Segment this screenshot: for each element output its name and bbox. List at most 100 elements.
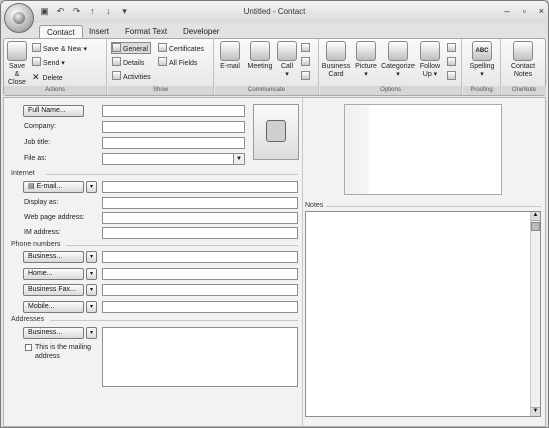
business-card-button[interactable]: Business Card	[320, 41, 352, 79]
spelling-button[interactable]: ABC Spelling ▾	[465, 41, 499, 79]
close-button[interactable]: ×	[539, 6, 544, 16]
save-new-button[interactable]: Save & New ▾	[32, 43, 87, 55]
office-button[interactable]	[4, 3, 34, 33]
mailing-address-checkbox[interactable]	[25, 344, 32, 351]
communicate-more-button-1[interactable]	[301, 43, 312, 55]
notes-scrollbar[interactable]: ▲ ▼	[530, 212, 540, 416]
onenote-icon	[513, 41, 533, 61]
tab-format-text[interactable]: Format Text	[125, 25, 167, 38]
full-name-input[interactable]	[102, 105, 245, 117]
file-as-select[interactable]: ▼	[102, 153, 245, 165]
group-label-proofing: Proofing	[463, 86, 500, 95]
im-address-label: IM address:	[24, 229, 61, 236]
map-icon	[301, 71, 310, 80]
home-phone-dropdown[interactable]: ▾	[86, 268, 97, 280]
file-as-dropdown-icon[interactable]: ▼	[233, 154, 244, 164]
address-business-button[interactable]: Business...	[23, 327, 84, 339]
group-label-communicate: Communicate	[215, 86, 318, 95]
minimize-button[interactable]: –	[505, 6, 510, 16]
group-label-onenote: OneNote	[502, 86, 546, 95]
full-name-button[interactable]: Full Name...	[23, 105, 84, 117]
group-communicate: E-mail Meeting Call ▾ Communicate	[215, 39, 319, 95]
details-icon	[112, 57, 121, 66]
email-input[interactable]	[102, 181, 298, 193]
categorize-button[interactable]: Categorize ▾	[380, 41, 416, 79]
send-button[interactable]: Send ▾	[32, 57, 65, 69]
general-button[interactable]: General	[111, 42, 151, 54]
home-phone-button[interactable]: Home...	[23, 268, 84, 280]
mailing-address-label: This is the mailing address	[35, 344, 92, 360]
business-card-preview[interactable]	[344, 104, 502, 195]
business-phone-dropdown[interactable]: ▾	[86, 251, 97, 263]
business-phone-input[interactable]	[102, 251, 298, 263]
categorize-icon	[388, 41, 408, 61]
im-address-input[interactable]	[102, 227, 298, 239]
group-label-actions: Actions	[4, 86, 106, 95]
tab-developer[interactable]: Developer	[183, 25, 219, 38]
email-field-button[interactable]: ▤ E-mail...	[23, 181, 84, 193]
meeting-button[interactable]: Meeting	[245, 41, 275, 71]
business-phone-button[interactable]: Business...	[23, 251, 84, 263]
follow-up-button[interactable]: Follow Up ▾	[418, 41, 442, 79]
mobile-phone-button[interactable]: Mobile...	[23, 301, 84, 313]
maximize-button[interactable]: ▫	[523, 6, 526, 16]
contact-photo[interactable]	[253, 104, 299, 160]
email-icon	[220, 41, 240, 61]
address-input[interactable]	[102, 327, 298, 387]
contact-window: ▣ ↶ ↷ ↑ ↓ ▾ Untitled - Contact – ▫ × Con…	[0, 0, 549, 428]
details-button[interactable]: Details	[112, 57, 144, 69]
mobile-phone-dropdown[interactable]: ▾	[86, 301, 97, 313]
tab-contact[interactable]: Contact	[39, 25, 83, 38]
business-fax-dropdown[interactable]: ▾	[86, 284, 97, 296]
activities-button[interactable]: Activities	[112, 71, 151, 83]
group-options: Business Card Picture ▾ Categorize ▾ Follo…	[320, 39, 462, 95]
ribbon: Save & Close Save & New ▾ Send ▾ ✕ Delete…	[3, 38, 546, 96]
options-more-button-3[interactable]	[447, 71, 458, 83]
company-input[interactable]	[102, 121, 245, 133]
phone-divider	[66, 245, 298, 246]
options-more-button-2[interactable]	[447, 57, 458, 69]
call-button[interactable]: Call ▾	[277, 41, 297, 79]
ribbon-tabs: Contact Insert Format Text Developer	[1, 23, 548, 38]
web-page-input[interactable]	[102, 212, 298, 224]
display-as-input[interactable]	[102, 197, 298, 209]
display-as-label: Display as:	[24, 199, 59, 206]
scroll-up-icon[interactable]: ▲	[531, 212, 540, 221]
group-label-options: Options	[320, 86, 461, 95]
tab-insert[interactable]: Insert	[89, 25, 109, 38]
window-title: Untitled - Contact	[243, 7, 306, 16]
picture-button[interactable]: Picture ▾	[353, 41, 379, 79]
group-label-show: Show	[108, 86, 213, 95]
email-button[interactable]: E-mail	[217, 41, 243, 71]
office-logo-icon	[13, 12, 25, 24]
all-fields-icon	[158, 57, 167, 66]
journal-icon	[301, 57, 310, 66]
business-fax-input[interactable]	[102, 284, 298, 296]
mobile-phone-input[interactable]	[102, 301, 298, 313]
notes-onenote-icon[interactable]	[531, 222, 540, 231]
communicate-more-button-2[interactable]	[301, 57, 312, 69]
spelling-abc-icon: ABC	[472, 41, 492, 61]
contact-notes-button[interactable]: Contact Notes	[506, 41, 540, 79]
all-fields-button[interactable]: All Fields	[158, 57, 197, 69]
save-new-icon	[32, 43, 41, 52]
communicate-more-button-3[interactable]	[301, 71, 312, 83]
business-fax-button[interactable]: Business Fax...	[23, 284, 84, 296]
options-icon-2	[447, 71, 456, 80]
address-dropdown[interactable]: ▾	[86, 327, 97, 339]
internet-divider	[46, 174, 298, 175]
notes-textarea[interactable]: ▲ ▼	[305, 211, 541, 417]
delete-button[interactable]: ✕ Delete	[32, 71, 63, 83]
email-dropdown-button[interactable]: ▾	[86, 181, 97, 193]
home-phone-input[interactable]	[102, 268, 298, 280]
business-card-icon	[326, 41, 346, 61]
options-private-button[interactable]	[447, 43, 458, 55]
internet-section-label: Internet	[11, 170, 35, 177]
title-bar: ▣ ↶ ↷ ↑ ↓ ▾ Untitled - Contact – ▫ ×	[1, 1, 548, 33]
job-title-input[interactable]	[102, 137, 245, 149]
scroll-down-icon[interactable]: ▼	[531, 407, 540, 416]
certificates-button[interactable]: Certificates	[158, 43, 204, 55]
save-close-button[interactable]: Save & Close	[6, 41, 28, 87]
save-close-icon	[7, 41, 27, 61]
company-label: Company:	[24, 123, 56, 130]
